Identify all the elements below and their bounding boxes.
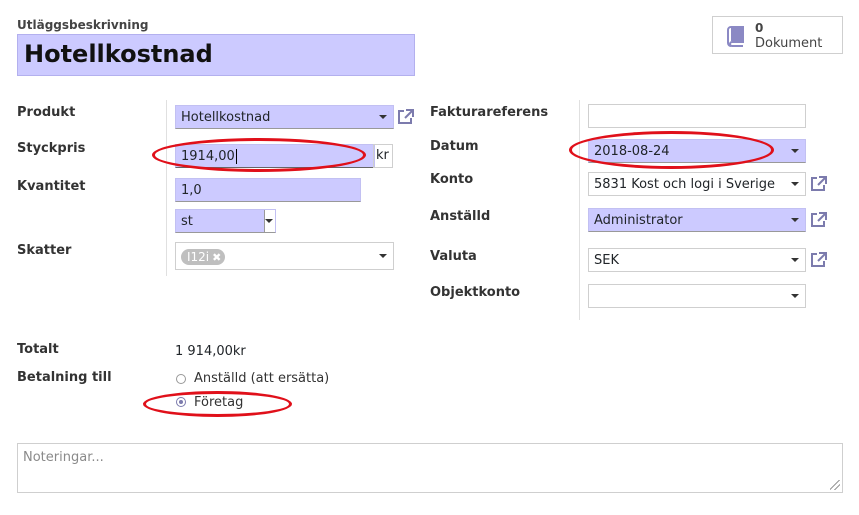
column-separator: [579, 100, 580, 320]
external-link-icon[interactable]: [397, 108, 415, 126]
chevron-down-icon: [265, 219, 273, 223]
documents-button[interactable]: 0 Dokument: [712, 16, 843, 54]
account-select[interactable]: 5831 Kost och logi i Sverige: [588, 172, 806, 196]
text-cursor: [235, 148, 237, 164]
description-label: Utläggsbeskrivning: [17, 18, 149, 32]
account-value: 5831 Kost och logi i Sverige: [594, 176, 775, 192]
quantity-label: Kvantitet: [17, 179, 86, 194]
radio-company-label: Företag: [194, 395, 244, 410]
invoice-ref-input[interactable]: [588, 104, 806, 128]
uom-value: st: [181, 213, 193, 229]
tax-tag-label: I12i: [187, 250, 210, 264]
uom-select[interactable]: st: [175, 209, 276, 233]
employee-value: Administrator: [594, 212, 683, 228]
column-separator: [166, 100, 167, 276]
date-input[interactable]: 2018-08-24: [588, 139, 806, 163]
external-link-icon[interactable]: [810, 175, 828, 193]
taxes-label: Skatter: [17, 243, 72, 258]
documents-count: 0: [755, 21, 764, 35]
notes-placeholder: Noteringar...: [23, 450, 104, 465]
notes-textarea[interactable]: Noteringar...: [17, 443, 843, 493]
employee-select[interactable]: Administrator: [588, 208, 806, 232]
total-value: 1 914,00kr: [175, 344, 246, 359]
external-link-icon[interactable]: [810, 211, 828, 229]
radio-employee[interactable]: [176, 374, 186, 384]
tax-tag: I12i ✖: [181, 249, 226, 265]
chevron-down-icon: [791, 149, 799, 153]
documents-label: Dokument: [755, 36, 823, 51]
chevron-down-icon: [379, 115, 387, 119]
quantity-input[interactable]: 1,0: [175, 178, 361, 202]
taxes-select[interactable]: I12i ✖: [175, 242, 394, 270]
chevron-down-icon: [791, 294, 799, 298]
unit-price-input[interactable]: 1914,00: [175, 144, 375, 168]
radio-company[interactable]: [176, 397, 186, 407]
analytic-account-label: Objektkonto: [430, 285, 521, 300]
analytic-account-select[interactable]: [588, 284, 806, 308]
resize-handle-icon[interactable]: [830, 480, 840, 490]
quantity-value: 1,0: [181, 182, 202, 198]
unit-price-value: 1914,00: [181, 148, 235, 164]
chevron-down-icon: [791, 218, 799, 222]
radio-employee-label: Anställd (att ersätta): [194, 371, 330, 386]
payment-label: Betalning till: [17, 370, 112, 385]
product-select[interactable]: Hotellkostnad: [175, 105, 394, 129]
unit-price-label: Styckpris: [17, 141, 86, 156]
product-label: Produkt: [17, 105, 76, 120]
remove-tag-icon[interactable]: ✖: [212, 251, 221, 264]
currency-label: Valuta: [430, 249, 477, 264]
employee-label: Anställd: [430, 209, 491, 224]
external-link-icon[interactable]: [810, 251, 828, 269]
chevron-down-icon: [791, 258, 799, 262]
date-label: Datum: [430, 139, 479, 154]
description-input[interactable]: Hotellkostnad: [17, 34, 415, 76]
currency-select[interactable]: SEK: [588, 248, 806, 272]
currency-value: SEK: [594, 252, 619, 268]
book-icon: [725, 25, 747, 51]
chevron-down-icon: [379, 254, 387, 258]
product-value: Hotellkostnad: [181, 109, 271, 125]
date-value: 2018-08-24: [594, 143, 670, 159]
unit-price-suffix-box: [373, 144, 393, 168]
total-label: Totalt: [17, 342, 59, 357]
account-label: Konto: [430, 172, 474, 187]
chevron-down-icon: [791, 182, 799, 186]
invoice-ref-label: Fakturareferens: [430, 105, 549, 120]
